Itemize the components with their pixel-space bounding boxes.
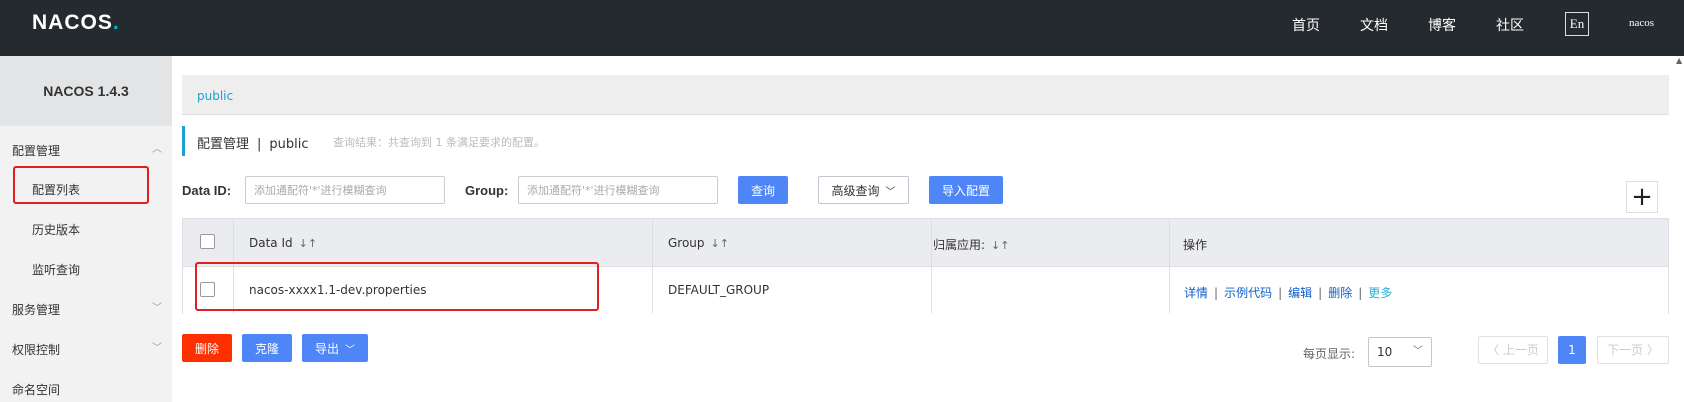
- chevron-down-icon: ﹀: [885, 187, 896, 198]
- export-label: 导出: [314, 342, 339, 356]
- data-id-label: Data ID:: [182, 183, 232, 198]
- column-header-data-id[interactable]: Data Id ↓↑: [249, 236, 317, 250]
- sidebar: NACOS 1.4.3 配置管理 ︿ 配置列表 历史版本 监听查询 服务管理 ﹀…: [0, 56, 172, 402]
- column-divider: [1169, 219, 1170, 313]
- op-more-link[interactable]: 更多: [1368, 286, 1392, 300]
- sort-icon[interactable]: ↓↑: [711, 237, 729, 250]
- op-separator: |: [1278, 286, 1283, 300]
- column-divider: [652, 219, 653, 313]
- sort-icon[interactable]: ↓↑: [991, 239, 1009, 252]
- page-title: 配置管理 | public: [197, 133, 309, 152]
- column-header-label: Data Id: [249, 236, 293, 250]
- user-name[interactable]: nacos: [1629, 17, 1654, 29]
- title-separator: |: [257, 137, 262, 152]
- per-page-value: 10: [1377, 345, 1393, 359]
- column-divider: [931, 219, 932, 313]
- query-button[interactable]: 查询: [738, 176, 788, 204]
- op-separator: |: [1318, 286, 1323, 300]
- bulk-clone-button[interactable]: 克隆: [242, 334, 292, 362]
- sidebar-group-service[interactable]: 服务管理: [12, 301, 60, 318]
- chevron-up-icon[interactable]: ︿: [152, 140, 162, 155]
- column-header-group[interactable]: Group ↓↑: [668, 236, 729, 250]
- op-separator: |: [1358, 286, 1363, 300]
- prev-page-label: 上一页: [1502, 343, 1539, 357]
- annotation-highlight-box: [195, 262, 599, 311]
- chevron-right-icon: 〉: [1643, 343, 1659, 357]
- sidebar-item-listener-query[interactable]: 监听查询: [32, 261, 80, 278]
- import-config-button[interactable]: 导入配置: [929, 176, 1003, 204]
- page-title-namespace: public: [269, 137, 309, 152]
- row-operations: 详情 | 示例代码 | 编辑 | 删除 | 更多: [1184, 284, 1392, 301]
- group-label: Group:: [465, 183, 509, 198]
- bulk-export-button[interactable]: 导出 ﹀: [302, 334, 368, 362]
- page-title-text: 配置管理: [197, 137, 250, 152]
- chevron-down-icon: ﹀: [345, 345, 355, 356]
- sidebar-group-auth[interactable]: 权限控制: [12, 341, 60, 358]
- nav-community[interactable]: 社区: [1496, 15, 1524, 35]
- top-navbar: NACOS. 首页 文档 博客 社区 En nacos: [0, 0, 1684, 56]
- chevron-down-icon[interactable]: ﹀: [152, 339, 162, 354]
- op-separator: |: [1214, 286, 1219, 300]
- cell-group: DEFAULT_GROUP: [668, 283, 770, 297]
- language-switch-button[interactable]: En: [1565, 12, 1589, 36]
- logo-dot: .: [112, 11, 120, 34]
- select-all-checkbox[interactable]: [200, 234, 215, 249]
- page-header: 配置管理 | public 查询结果：共查询到 1 条满足要求的配置。: [182, 126, 782, 156]
- nav-home[interactable]: 首页: [1292, 15, 1320, 35]
- query-result-info: 查询结果：共查询到 1 条满足要求的配置。: [333, 136, 545, 149]
- per-page-select[interactable]: 10 ﹀: [1368, 337, 1432, 367]
- breadcrumb: public: [182, 75, 1669, 115]
- data-id-input[interactable]: [245, 176, 445, 204]
- chevron-down-icon[interactable]: ﹀: [152, 299, 162, 314]
- column-header-label: 归属应用:: [933, 238, 986, 252]
- sort-icon[interactable]: ↓↑: [299, 237, 317, 250]
- page-number-current[interactable]: 1: [1558, 336, 1586, 364]
- next-page-button[interactable]: 下一页 〉: [1597, 336, 1669, 364]
- bulk-delete-button[interactable]: 删除: [182, 334, 232, 362]
- chevron-down-icon: ﹀: [1413, 346, 1423, 357]
- add-config-button[interactable]: +: [1626, 181, 1658, 213]
- advanced-query-label: 高级查询: [831, 184, 880, 198]
- column-header-label: Group: [668, 236, 705, 250]
- nav-docs[interactable]: 文档: [1360, 15, 1388, 35]
- version-label: NACOS 1.4.3: [0, 56, 172, 126]
- sidebar-item-history[interactable]: 历史版本: [32, 221, 80, 238]
- per-page-label: 每页显示:: [1303, 347, 1356, 361]
- op-delete-link[interactable]: 删除: [1328, 286, 1352, 300]
- group-input[interactable]: [518, 176, 718, 204]
- next-page-label: 下一页: [1607, 343, 1644, 357]
- breadcrumb-namespace[interactable]: public: [197, 89, 233, 103]
- nav-blog[interactable]: 博客: [1428, 15, 1456, 35]
- sidebar-group-namespace[interactable]: 命名空间: [12, 381, 60, 398]
- column-header-operations: 操作: [1183, 238, 1208, 252]
- logo-text: NACOS: [32, 11, 113, 34]
- annotation-highlight-box: [13, 166, 149, 204]
- op-edit-link[interactable]: 编辑: [1288, 286, 1312, 300]
- chevron-left-icon: 〈: [1487, 343, 1503, 357]
- sidebar-group-config[interactable]: 配置管理: [12, 142, 60, 159]
- table-header: Data Id ↓↑ Group ↓↑ 归属应用: ↓↑ 操作: [183, 219, 1668, 267]
- prev-page-button[interactable]: 〈 上一页: [1478, 336, 1548, 364]
- column-header-app[interactable]: 归属应用: ↓↑: [933, 236, 1009, 253]
- op-detail-link[interactable]: 详情: [1184, 286, 1208, 300]
- scroll-up-icon[interactable]: ▲: [1676, 56, 1684, 76]
- nacos-logo[interactable]: NACOS.: [32, 11, 120, 35]
- advanced-query-button[interactable]: 高级查询 ﹀: [818, 176, 909, 204]
- op-sample-code-link[interactable]: 示例代码: [1224, 286, 1272, 300]
